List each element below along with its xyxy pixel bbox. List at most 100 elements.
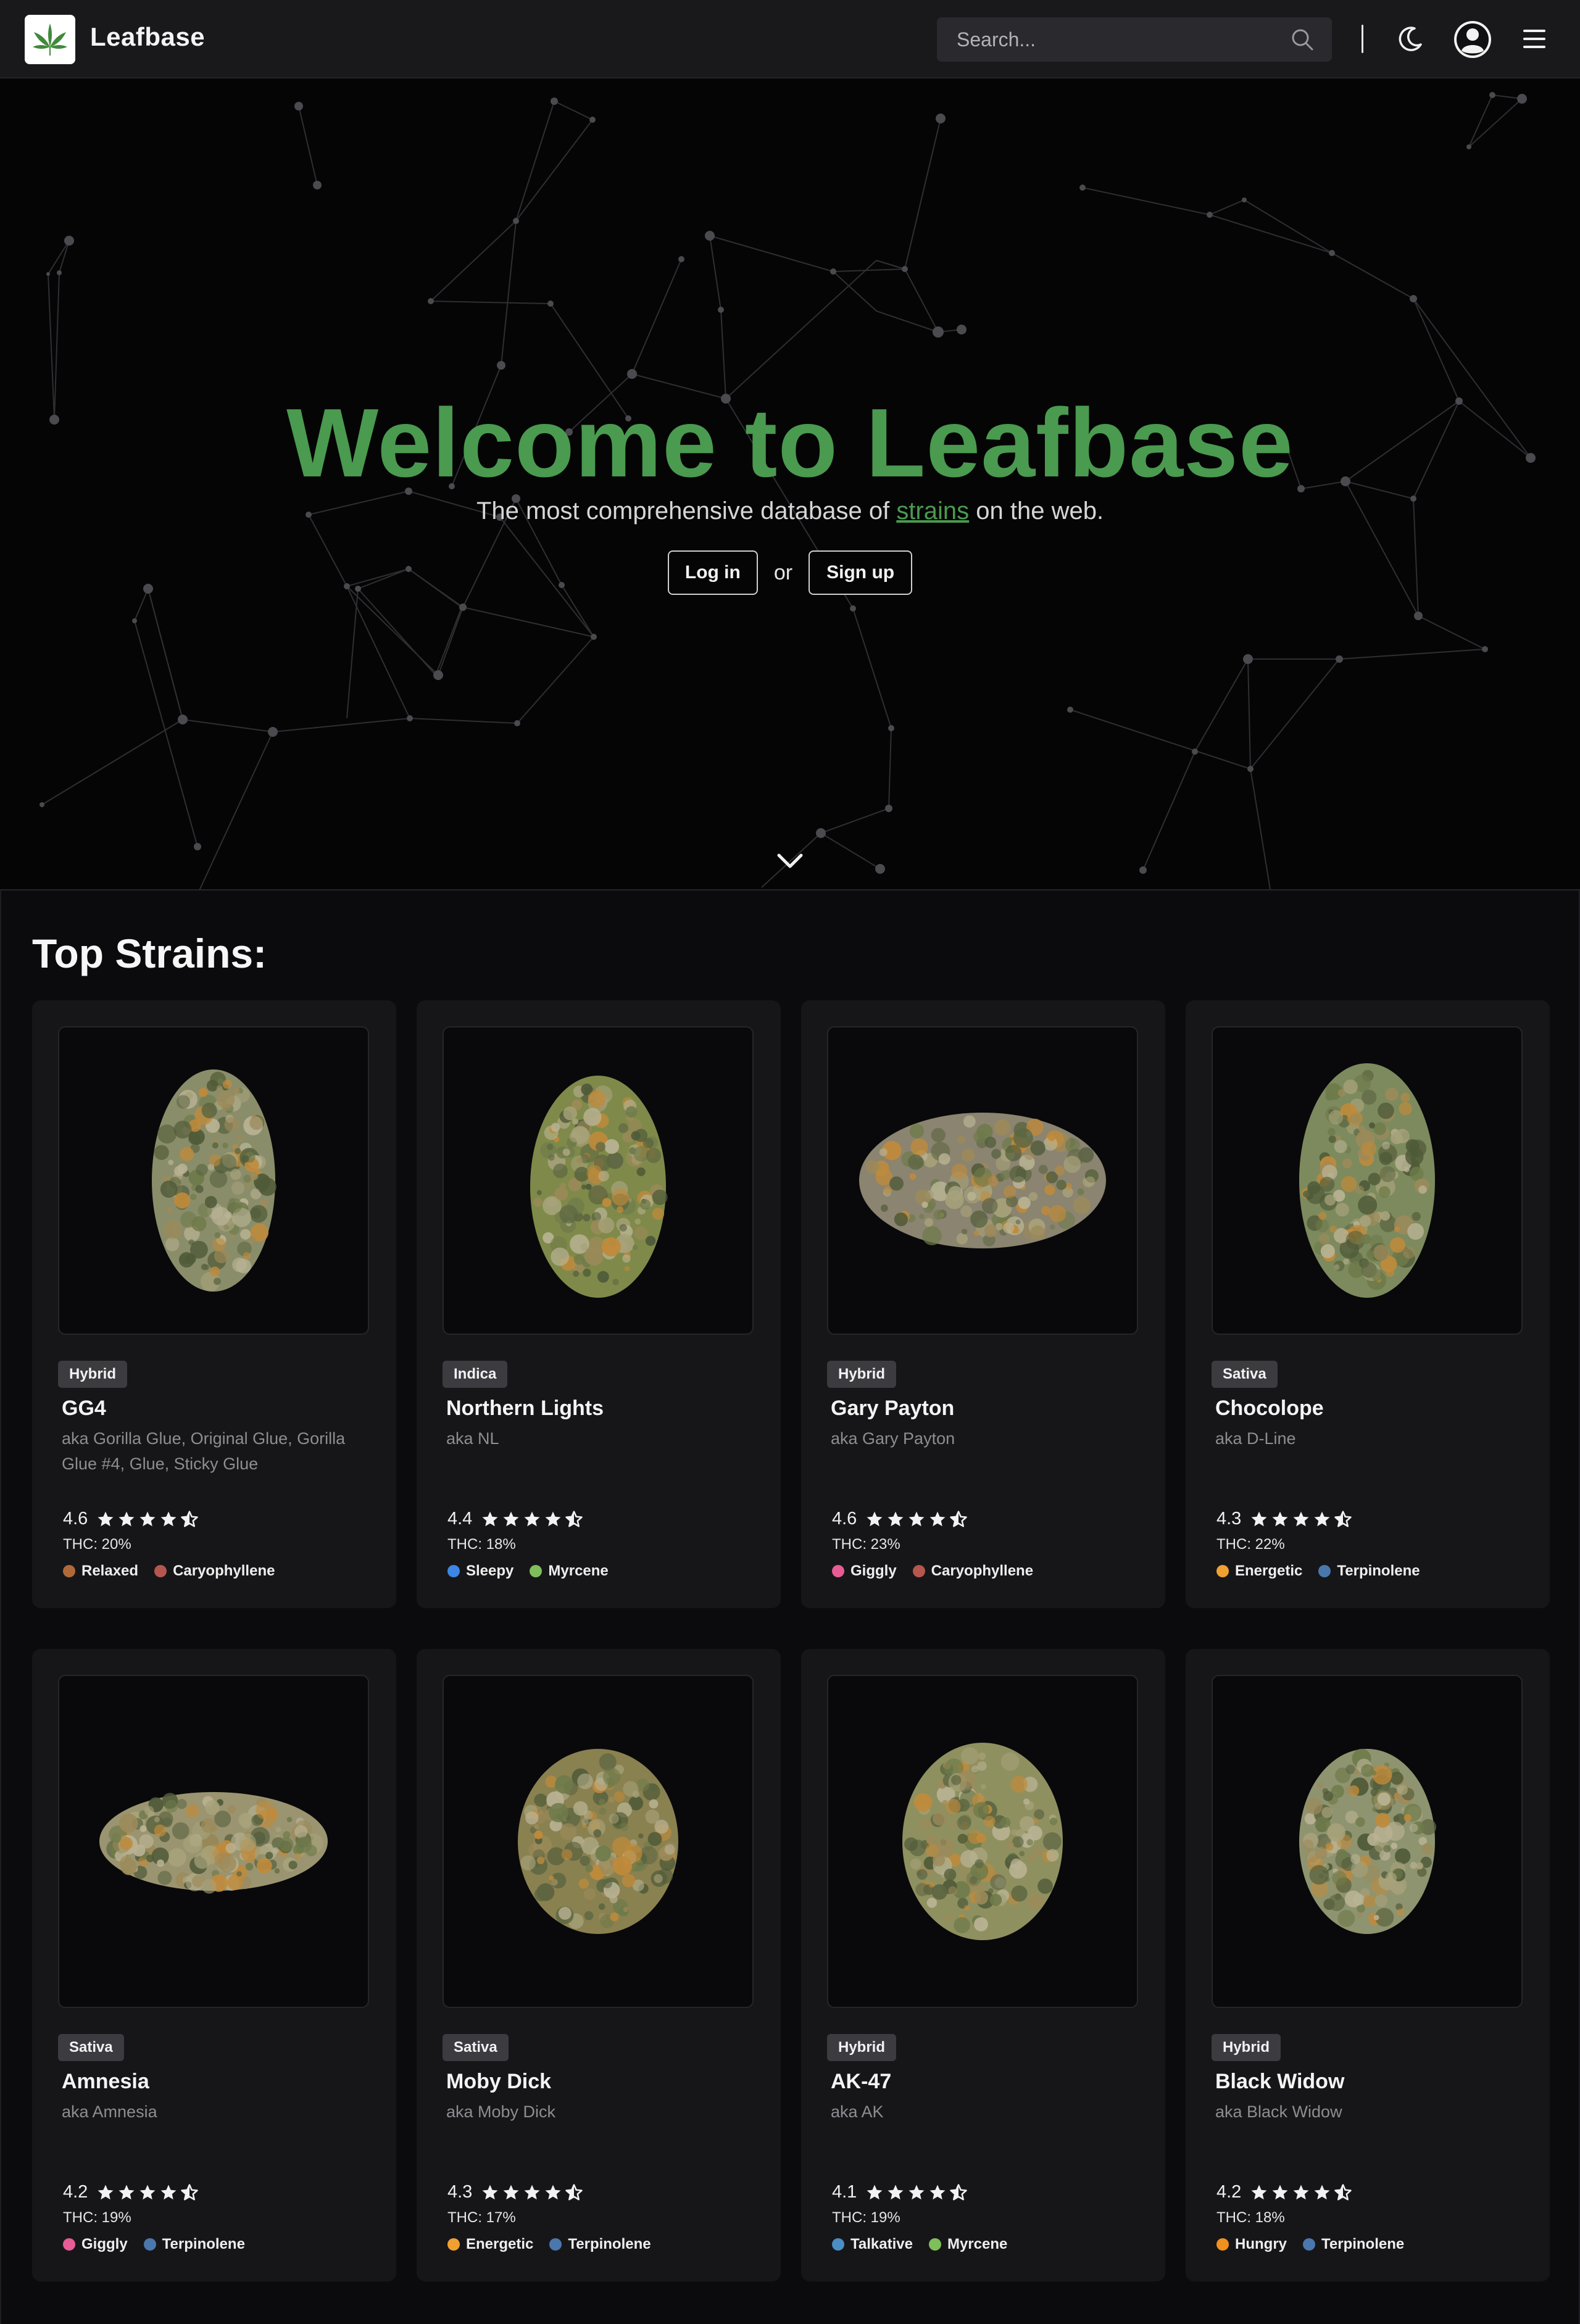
- strain-type-badge: Hybrid: [1212, 2034, 1281, 2061]
- rating-value: 4.3: [447, 2182, 473, 2202]
- tag-color-dot: [1318, 1565, 1331, 1577]
- rating-stars: [865, 2183, 968, 2202]
- strain-name[interactable]: Amnesia: [62, 2070, 149, 2094]
- strain-name[interactable]: Northern Lights: [446, 1396, 604, 1421]
- rating-stars: [481, 2183, 583, 2202]
- strain-tag[interactable]: Hungry: [1216, 2236, 1287, 2253]
- hero-subtitle-text: The most comprehensive database of: [476, 497, 897, 525]
- strain-tags: Energetic Terpinolene: [1216, 1562, 1436, 1580]
- login-button[interactable]: Log in: [667, 550, 758, 595]
- tag-label: Energetic: [1235, 1562, 1303, 1579]
- strain-tags: Sleepy Myrcene: [447, 1562, 625, 1580]
- leafbase-logo[interactable]: [25, 15, 75, 64]
- star-half-icon: [181, 2183, 199, 2200]
- top-strains-section: Top Strains: Hybrid GG4 aka Gorilla Glue…: [0, 889, 1580, 2324]
- star-full-icon: [1251, 1511, 1267, 1526]
- star-half-icon: [565, 1510, 583, 1527]
- cannabis-bud-image: [1299, 1749, 1437, 1934]
- strain-rating: 4.2: [63, 2182, 199, 2202]
- strain-tag[interactable]: Giggly: [832, 1562, 897, 1580]
- strain-name[interactable]: Black Widow: [1215, 2070, 1344, 2094]
- strain-tag[interactable]: Energetic: [447, 2236, 533, 2253]
- strain-image[interactable]: [827, 1675, 1138, 2008]
- star-half-icon: [1334, 1510, 1352, 1527]
- strain-card-gg4[interactable]: Hybrid GG4 aka Gorilla Glue, Original Gl…: [32, 1000, 396, 1608]
- thc-value: THC: 18%: [1216, 2209, 1285, 2226]
- brand-name[interactable]: Leafbase: [90, 22, 205, 52]
- strain-rating: 4.3: [447, 2182, 583, 2202]
- dark-mode-toggle-icon[interactable]: [1396, 25, 1424, 53]
- top-navbar: Leafbase: [0, 0, 1580, 78]
- star-full-icon: [1272, 1511, 1288, 1526]
- strain-aka: aka Amnesia: [62, 2102, 157, 2121]
- strain-tag[interactable]: Caryophyllene: [912, 1562, 1033, 1580]
- strain-tag[interactable]: Terpinolene: [549, 2236, 651, 2253]
- strain-tag[interactable]: Terpinolene: [143, 2236, 245, 2253]
- strain-tag[interactable]: Relaxed: [63, 1562, 138, 1580]
- star-full-icon: [867, 2185, 883, 2199]
- search-input[interactable]: [937, 17, 1283, 62]
- strain-card-gary-payton[interactable]: Hybrid Gary Payton aka Gary Payton 4.6 T…: [801, 1000, 1165, 1608]
- strain-tag[interactable]: Energetic: [1216, 1562, 1302, 1580]
- cannabis-bud-image: [152, 1069, 276, 1292]
- strain-image[interactable]: [58, 1675, 369, 2008]
- strain-name[interactable]: Gary Payton: [831, 1396, 954, 1421]
- thc-value: THC: 22%: [1216, 1536, 1285, 1553]
- thc-value: THC: 19%: [832, 2209, 900, 2226]
- strain-tag[interactable]: Sleepy: [447, 1562, 514, 1580]
- tag-label: Energetic: [466, 2236, 534, 2252]
- strain-type-badge: Hybrid: [827, 1361, 897, 1388]
- strain-card-ak-47[interactable]: Hybrid AK-47 aka AK 4.1 THC: 19% Talkati…: [801, 1649, 1165, 2281]
- signup-button[interactable]: Sign up: [809, 550, 913, 595]
- strain-tag[interactable]: Giggly: [63, 2236, 128, 2253]
- strain-type-badge: Hybrid: [827, 2034, 897, 2061]
- strain-image[interactable]: [1212, 1026, 1523, 1335]
- strain-name[interactable]: AK-47: [831, 2070, 891, 2094]
- tag-label: Caryophyllene: [173, 1562, 275, 1579]
- strain-name[interactable]: Moby Dick: [446, 2070, 551, 2094]
- strain-type-badge: Sativa: [58, 2034, 124, 2061]
- star-full-icon: [888, 1511, 904, 1526]
- strain-tag[interactable]: Myrcene: [530, 1562, 609, 1580]
- user-avatar-icon[interactable]: [1453, 20, 1492, 59]
- hamburger-menu-icon[interactable]: [1521, 27, 1548, 51]
- strain-image[interactable]: [443, 1026, 754, 1335]
- strain-card-northern-lights[interactable]: Indica Northern Lights aka NL 4.4 THC: 1…: [417, 1000, 781, 1608]
- strains-link[interactable]: strains: [896, 497, 969, 525]
- search-bar: [937, 17, 1332, 62]
- hero-section: Welcome to Leafbase The most comprehensi…: [0, 79, 1580, 889]
- strain-name[interactable]: Chocolope: [1215, 1396, 1324, 1421]
- strain-tag[interactable]: Talkative: [832, 2236, 913, 2253]
- strain-name[interactable]: GG4: [62, 1396, 106, 1421]
- tag-label: Terpinolene: [162, 2236, 245, 2252]
- star-full-icon: [139, 1511, 156, 1526]
- strain-card-chocolope[interactable]: Sativa Chocolope aka D-Line 4.3 THC: 22%…: [1186, 1000, 1550, 1608]
- tag-color-dot: [1216, 2238, 1229, 2251]
- strain-aka: aka Gorilla Glue, Original Glue, Gorilla…: [62, 1429, 346, 1473]
- strain-tag[interactable]: Terpinolene: [1318, 1562, 1420, 1580]
- strain-card-amnesia[interactable]: Sativa Amnesia aka Amnesia 4.2 THC: 19% …: [32, 1649, 396, 2281]
- tag-label: Hungry: [1235, 2236, 1287, 2252]
- strain-image[interactable]: [443, 1675, 754, 2008]
- thc-value: THC: 17%: [447, 2209, 516, 2226]
- strain-image[interactable]: [827, 1026, 1138, 1335]
- tag-color-dot: [154, 1565, 167, 1577]
- scroll-down-chevron-icon[interactable]: [775, 852, 805, 870]
- strain-card-moby-dick[interactable]: Sativa Moby Dick aka Moby Dick 4.3 THC: …: [417, 1649, 781, 2281]
- strain-tag[interactable]: Myrcene: [928, 2236, 1007, 2253]
- strain-tags: Giggly Caryophyllene: [832, 1562, 1049, 1580]
- star-full-icon: [929, 1511, 946, 1526]
- strain-aka: aka Black Widow: [1215, 2102, 1342, 2121]
- star-full-icon: [524, 1511, 540, 1526]
- strain-tag[interactable]: Terpinolene: [1303, 2236, 1404, 2253]
- strain-tag[interactable]: Caryophyllene: [154, 1562, 275, 1580]
- tag-label: Terpinolene: [1321, 2236, 1405, 2252]
- search-icon[interactable]: [1290, 27, 1315, 52]
- star-full-icon: [1272, 2185, 1288, 2199]
- strain-rating: 4.1: [832, 2182, 968, 2202]
- strain-image[interactable]: [1212, 1675, 1523, 2008]
- strain-rating: 4.2: [1216, 2182, 1352, 2202]
- strain-image[interactable]: [58, 1026, 369, 1335]
- star-full-icon: [1314, 2185, 1330, 2199]
- strain-card-black-widow[interactable]: Hybrid Black Widow aka Black Widow 4.2 T…: [1186, 1649, 1550, 2281]
